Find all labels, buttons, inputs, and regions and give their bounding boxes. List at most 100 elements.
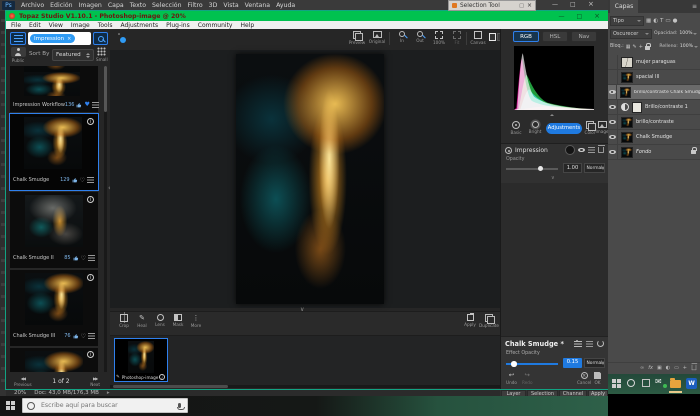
taskbar-search[interactable] [22, 398, 188, 413]
main-image[interactable] [236, 54, 384, 304]
preset-scrollbar-thumb[interactable] [104, 66, 107, 112]
apply-button[interactable]: Apply [462, 314, 478, 327]
pagination-next-button[interactable]: ▶▶ Next [90, 376, 100, 387]
ps-close-button[interactable]: × [588, 0, 594, 8]
original-button[interactable]: Original [368, 31, 386, 44]
layer-filter-dropdown[interactable]: Tipo [610, 16, 644, 26]
visibility-toggle[interactable] [608, 85, 617, 100]
word-icon[interactable]: W [686, 378, 697, 389]
adjustment-menu-icon[interactable] [588, 147, 595, 153]
tab-nav[interactable]: Nav [571, 31, 597, 42]
filter-pixel-icon[interactable]: ▦ [646, 18, 651, 24]
visibility-toggle[interactable] [608, 55, 618, 70]
task-view-icon[interactable] [642, 379, 650, 387]
crop-button[interactable]: Crop [116, 314, 132, 328]
more-button[interactable]: ⋮More [188, 314, 204, 328]
topaz-close-button[interactable]: × [594, 12, 600, 20]
undo-button[interactable]: ↩ Undo [506, 372, 517, 385]
fill-dropdown[interactable]: 100% [680, 44, 698, 49]
ps-menu-edicion[interactable]: Edición [50, 2, 72, 9]
layer-row-chalk-smudge[interactable]: Chalk Smudge [608, 130, 700, 145]
heal-button[interactable]: ✎Heal [134, 314, 150, 328]
ok-button[interactable]: OK [594, 372, 601, 385]
lens-button[interactable]: Lens [152, 314, 168, 327]
selection-tool-collapse-icon[interactable]: □ [519, 3, 524, 9]
image-button[interactable]: Image [596, 121, 608, 134]
topaz-menu-community[interactable]: Community [198, 22, 233, 29]
ps-menu-capa[interactable]: Capa [108, 2, 124, 9]
cancel-button[interactable]: × Cancel [577, 372, 591, 385]
topaz-menu-image[interactable]: Image [71, 22, 90, 29]
lock-move-icon[interactable]: + [639, 44, 643, 50]
redo-button[interactable]: ↪ Redo [522, 372, 533, 385]
search-tag-remove-icon[interactable]: × [67, 36, 71, 42]
histogram[interactable] [514, 46, 594, 110]
ps-menu-imagen[interactable]: Imagen [79, 2, 102, 9]
preset-options-icon[interactable] [87, 177, 94, 183]
layer-row-brillo-contraste-chalk-smudge-2[interactable]: brillo/contraste Chalk Smudge II [608, 85, 700, 100]
file-explorer-icon[interactable] [670, 380, 681, 388]
impression-opacity-slider[interactable] [506, 168, 558, 170]
public-presets-button[interactable]: Public [10, 47, 26, 63]
layer-thumbnail[interactable] [621, 147, 633, 158]
canvas-button[interactable]: Canvas [469, 31, 487, 45]
impression-opacity-value[interactable]: 1.00 [563, 163, 582, 173]
panel-menu-icon[interactable]: ≡ [692, 3, 697, 10]
preset-info-icon[interactable]: i [87, 118, 94, 125]
slider-handle[interactable] [511, 361, 517, 367]
layer-name[interactable]: Fondo [636, 149, 691, 155]
topaz-menu-plugins[interactable]: Plug-ins [166, 22, 190, 29]
thumbnail-size-button[interactable]: Small [96, 47, 108, 62]
selection-tool-close-icon[interactable]: × [527, 2, 532, 9]
ps-menu-filtro[interactable]: Filtro [188, 2, 203, 9]
filter-type-icon[interactable]: T [660, 18, 663, 24]
blend-mode-dropdown[interactable]: Oscurecer [610, 29, 652, 39]
preset-options-icon[interactable] [92, 102, 99, 108]
topaz-menu-file[interactable]: File [11, 22, 21, 29]
microphone-icon[interactable] [178, 403, 181, 408]
filter-shape-icon[interactable]: ▭ [665, 18, 670, 24]
effect-opacity-value[interactable]: 0.15 [563, 358, 582, 368]
start-button[interactable] [6, 401, 15, 410]
cortana-icon[interactable] [627, 379, 635, 387]
topaz-titlebar[interactable]: Topaz Studio V1.10.1 - Photoshop-image @… [6, 11, 608, 21]
mail-icon[interactable]: ✉ [655, 377, 662, 386]
filmstrip-thumbnail[interactable]: ✎ Photoshop-image i [114, 338, 168, 382]
topaz-menu-view[interactable]: View [49, 22, 63, 29]
visibility-toggle[interactable] [608, 145, 618, 160]
preset-options-icon[interactable] [88, 255, 95, 261]
preset-tile-chalk-smudge-2[interactable]: i Chalk Smudge II 85 ♡ [10, 192, 98, 268]
effect-blend-dropdown[interactable]: Normal [584, 358, 605, 368]
layer-mask-thumbnail[interactable] [632, 102, 642, 113]
visibility-toggle[interactable] [608, 115, 618, 130]
impression-collapse-icon[interactable]: ∨ [551, 175, 555, 181]
thumbs-up-icon[interactable] [76, 102, 82, 108]
selection-tool-popup[interactable]: Selection Tool □ × [448, 0, 536, 11]
visibility-toggle[interactable] [608, 70, 618, 85]
thumbs-up-icon[interactable] [72, 177, 78, 183]
preset-tile-chalk-smudge-3[interactable]: i Chalk Smudge III 76 ♡ [10, 270, 98, 346]
zoom-out-button[interactable]: Out [412, 31, 428, 43]
preset-tile-chalk-smudge[interactable]: i Chalk Smudge 129 ♡ [9, 113, 99, 191]
impression-blend-dropdown[interactable]: Normal [584, 163, 605, 173]
layer-row-spacial-3[interactable]: spacial III [608, 70, 700, 85]
visibility-toggle[interactable] [608, 130, 618, 145]
visibility-toggle[interactable] [608, 100, 618, 115]
filmstrip-scrollbar[interactable] [110, 385, 500, 388]
topaz-menu-help[interactable]: Help [240, 22, 254, 29]
layer-name[interactable]: Brillo/contraste 1 [645, 104, 688, 110]
filmstrip-info-icon[interactable]: i [159, 374, 165, 380]
layers-tab[interactable]: Capas [610, 0, 638, 13]
layer-row-brillo-contraste-1[interactable]: Brillo/contraste 1 [608, 100, 700, 115]
add-adjustment-button[interactable] [565, 145, 575, 155]
filmstrip-scrollbar-thumb[interactable] [113, 385, 228, 388]
delete-layer-icon[interactable] [692, 365, 697, 370]
effect-menu-icon[interactable] [586, 341, 593, 347]
preset-tile-impression-workflow[interactable]: Impression Workflow 136 ♥ [10, 66, 98, 112]
filter-adjustment-icon[interactable]: ◐ [653, 18, 658, 24]
favorite-icon[interactable]: ♡ [81, 255, 86, 262]
preset-options-icon[interactable] [88, 333, 95, 339]
mask-button[interactable]: Mask [170, 314, 186, 327]
favorite-icon[interactable]: ♥ [84, 101, 89, 108]
preset-info-icon[interactable]: i [87, 196, 94, 203]
